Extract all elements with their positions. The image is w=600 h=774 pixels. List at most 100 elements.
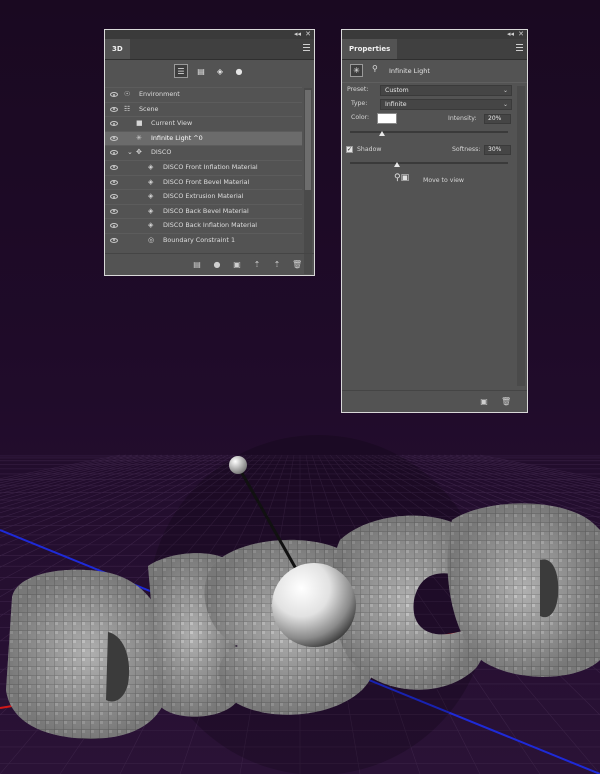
mesh-filter-icon[interactable]: ▤ (192, 260, 202, 269)
properties-title: Infinite Light (389, 67, 430, 75)
tree-row-label: DISCO (151, 148, 172, 157)
softness-slider-knob[interactable] (394, 162, 401, 167)
tree-row-front-bevel-material[interactable]: ◈ DISCO Front Bevel Material (105, 174, 302, 190)
tree-row-label: DISCO Back Bevel Material (163, 206, 249, 215)
material-icon: ◈ (148, 206, 154, 215)
tree-row-back-inflation-material[interactable]: ◈ DISCO Back Inflation Material (105, 218, 302, 233)
close-panel-icon[interactable]: ✕ (305, 30, 311, 39)
panel-menu-icon[interactable] (303, 44, 310, 53)
visibility-eye-icon[interactable] (110, 179, 118, 185)
mesh-icon: ✥ (136, 148, 142, 157)
add-light-icon[interactable]: ● (212, 260, 222, 269)
tree-row-label: Scene (139, 104, 159, 113)
expand-chevron-icon[interactable]: ⌄ (127, 146, 133, 159)
tree-row-label: Environment (139, 90, 180, 98)
visibility-eye-icon[interactable] (110, 237, 118, 243)
duplicate-icon[interactable]: ⇡ (272, 260, 282, 269)
export-icon[interactable]: ⇡ (252, 260, 262, 269)
intensity-slider-track[interactable] (350, 131, 508, 133)
move-to-view-icon[interactable]: ⚲▣ (394, 173, 409, 183)
intensity-slider-knob[interactable] (378, 131, 385, 136)
intensity-label: Intensity: (448, 115, 477, 122)
properties-scrollbar[interactable] (517, 86, 525, 386)
visibility-eye-icon[interactable] (110, 208, 118, 214)
visibility-eye-icon[interactable] (110, 223, 118, 229)
softness-input[interactable]: 30% (484, 145, 511, 155)
tree-row-boundary-constraint[interactable]: ◎ Boundary Constraint 1 (105, 232, 302, 248)
visibility-eye-icon[interactable] (110, 135, 118, 141)
meshes-icon[interactable]: ▤ (195, 65, 207, 77)
tree-row-front-inflation-material[interactable]: ◈ DISCO Front Inflation Material (105, 159, 302, 175)
scrollbar-thumb[interactable] (305, 90, 311, 190)
visibility-eye-icon[interactable] (110, 121, 118, 127)
tree-row-label: Current View (151, 119, 193, 128)
light-center-sphere (272, 563, 356, 647)
tab-3d[interactable]: 3D (105, 39, 130, 59)
coordinates-icon[interactable]: ⚲ (372, 64, 378, 73)
render-icon[interactable]: ▣ (479, 397, 489, 406)
panel-top-strip: ◂◂ ✕ (105, 30, 314, 39)
whole-scene-icon[interactable]: ☰ (174, 64, 188, 78)
tree-row-back-bevel-material[interactable]: ◈ DISCO Back Bevel Material (105, 203, 302, 219)
3d-panel: ◂◂ ✕ 3D ☰ ▤ ◈ ● ☉ Environment ☷ Scene ■ … (104, 29, 315, 276)
materials-icon[interactable]: ◈ (214, 65, 226, 77)
intensity-input[interactable]: 20% (484, 114, 511, 124)
chevron-down-icon: ⌄ (502, 87, 508, 94)
light-color-swatch[interactable] (377, 113, 397, 124)
tree-row-label: DISCO Front Inflation Material (163, 162, 258, 171)
type-label: Type: (351, 100, 368, 107)
3d-filter-bar: ☰ ▤ ◈ ● (105, 60, 314, 82)
material-icon: ◈ (148, 177, 154, 186)
tree-row-label: DISCO Front Bevel Material (163, 177, 250, 186)
tree-row-label: DISCO Back Inflation Material (163, 221, 258, 230)
tree-row-label: Infinite Light ^0 (151, 133, 203, 142)
light-properties-icon[interactable]: ✳ (350, 64, 363, 77)
trash-icon[interactable]: 🗑 (501, 397, 511, 406)
constraint-icon: ◎ (148, 235, 155, 244)
material-icon: ◈ (148, 192, 154, 201)
preset-label: Preset: (347, 86, 369, 93)
tree-row-label: Boundary Constraint 1 (163, 235, 236, 244)
scene-tree: ☉ Environment ☷ Scene ■ Current View ✳ I… (105, 87, 302, 248)
softness-slider-track[interactable] (350, 162, 508, 164)
chevron-down-icon: ⌄ (502, 101, 508, 108)
environment-icon: ☉ (124, 90, 131, 98)
shadow-checkbox[interactable]: ✓ (346, 146, 353, 153)
shadow-label: Shadow (357, 146, 382, 153)
preset-dropdown[interactable]: Custom ⌄ (380, 85, 512, 96)
tab-properties[interactable]: Properties (342, 39, 398, 59)
tree-row-environment[interactable]: ☉ Environment (105, 87, 302, 102)
3d-panel-bottom-bar: ▤ ● ▣ ⇡ ⇡ 🗑 (105, 253, 314, 275)
visibility-eye-icon[interactable] (110, 194, 118, 200)
tab-bar: Properties (342, 39, 527, 60)
visibility-eye-icon[interactable] (110, 150, 118, 156)
visibility-eye-icon[interactable] (110, 164, 118, 170)
type-dropdown[interactable]: Infinite ⌄ (380, 99, 512, 110)
material-icon: ◈ (148, 221, 154, 230)
tree-row-extrusion-material[interactable]: ◈ DISCO Extrusion Material (105, 189, 302, 204)
visibility-eye-icon[interactable] (110, 106, 118, 112)
infinite-light-icon: ✳ (136, 133, 142, 142)
camera-icon: ■ (136, 119, 143, 128)
tree-row-label: DISCO Extrusion Material (163, 192, 244, 201)
render-icon[interactable]: ▣ (232, 260, 242, 269)
visibility-eye-icon[interactable] (110, 92, 118, 97)
tree-row-scene[interactable]: ☷ Scene (105, 101, 302, 117)
trash-icon[interactable]: 🗑 (292, 260, 302, 269)
panel-menu-icon[interactable] (516, 44, 523, 53)
move-to-view-label[interactable]: Move to view (423, 177, 464, 184)
softness-label: Softness: (452, 146, 481, 153)
color-label: Color: (351, 114, 370, 121)
tree-scrollbar[interactable] (304, 88, 312, 274)
close-panel-icon[interactable]: ✕ (518, 30, 524, 39)
tree-row-current-view[interactable]: ■ Current View (105, 116, 302, 131)
panel-top-strip: ◂◂ ✕ (342, 30, 527, 39)
collapse-panel-icon[interactable]: ◂◂ (507, 30, 514, 39)
type-value: Infinite (385, 101, 407, 108)
tree-row-disco[interactable]: ⌄ ✥ DISCO (105, 145, 302, 160)
lights-icon[interactable]: ● (233, 65, 245, 77)
properties-header: ✳ ⚲ Infinite Light (342, 60, 527, 83)
tree-row-infinite-light[interactable]: ✳ Infinite Light ^0 (105, 130, 302, 146)
collapse-panel-icon[interactable]: ◂◂ (294, 30, 301, 39)
light-handle-sphere (229, 456, 247, 474)
